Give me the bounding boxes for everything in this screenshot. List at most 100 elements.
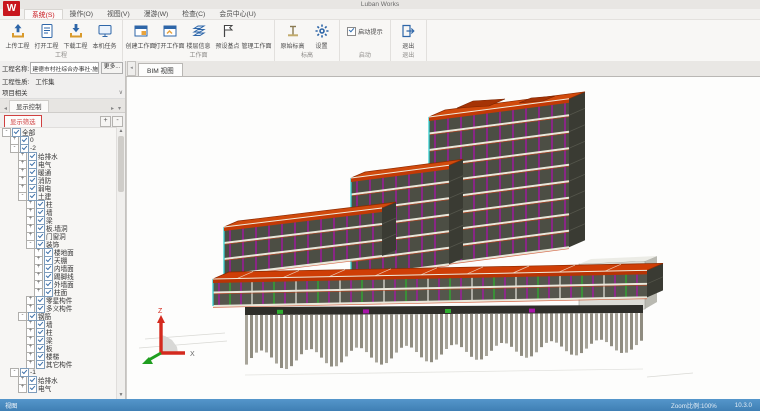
open-project-button[interactable]: 打开工程 (32, 21, 61, 50)
viewport-tabstrip: ◂ BIM 视图 (126, 61, 760, 77)
tree-row[interactable]: -土建 (0, 192, 117, 200)
button-label: 原始标高 (280, 41, 304, 50)
tree-node-label: -2 (30, 145, 36, 152)
project-name-label: 工程名称: (2, 64, 29, 73)
project-type-label: 工程性质: (2, 77, 29, 86)
ribbon-group-label: 启动 (343, 52, 387, 61)
status-zoom-text: Zoom比例:100% (671, 401, 717, 410)
ribbon-group-4: 启动提示启动 (340, 20, 391, 61)
button-label: 楼层信息 (186, 41, 210, 50)
tree-scrollbar[interactable]: ▲ ▼ (116, 127, 125, 399)
gear-button[interactable]: 设置 (307, 21, 336, 50)
create-workface-button[interactable]: 创建工作面 (126, 21, 155, 50)
create-workface-icon (133, 23, 149, 39)
expand-all-button[interactable]: + (100, 116, 111, 127)
download-icon (68, 23, 84, 39)
tab-scroll-right-icon[interactable]: ▸ (109, 105, 116, 112)
display-filter-button[interactable]: 显示筛选 (4, 115, 42, 128)
ribbon-group-label: 标高 (278, 52, 336, 61)
menu-tab-6[interactable]: 会员中心(U) (212, 9, 263, 19)
tab-display-control[interactable]: 显示控制 (9, 100, 49, 112)
tree-checkbox[interactable] (44, 288, 53, 297)
upload-button[interactable]: 上传工程 (3, 21, 32, 50)
open-project-icon (39, 23, 55, 39)
flag-icon (220, 23, 236, 39)
statusbar: 视图 Zoom比例:100% 10.3.0 (0, 399, 760, 411)
floors-button[interactable]: 楼层信息 (184, 21, 213, 50)
tab-bim-view[interactable]: BIM 视图 (138, 63, 183, 76)
tree-checkbox[interactable] (36, 304, 45, 313)
elevation-icon (285, 23, 301, 39)
checkbox-label: 启动提示 (358, 27, 383, 36)
elevation-button[interactable]: 原始标高 (278, 21, 307, 50)
floors-icon (191, 23, 207, 39)
exit-button[interactable]: 退出 (394, 21, 423, 50)
tree-row[interactable]: -钢筋 (0, 312, 117, 320)
tab-menu-icon[interactable]: ▾ (116, 105, 123, 112)
project-related-section[interactable]: 项目相关 ∨ (0, 87, 125, 99)
collapse-panel-button[interactable]: ◂ (127, 61, 136, 76)
project-panel: 工程名称: 建德市村社综合办事社-施工模型 ▼ 更多... 工程性质: 工作集 … (0, 61, 126, 399)
more-button[interactable]: 更多... (101, 62, 123, 74)
ribbon-group-label: 工程 (3, 52, 119, 61)
collapse-all-button[interactable]: - (112, 116, 123, 127)
tree-checkbox[interactable] (28, 384, 37, 393)
button-label: 上传工程 (5, 41, 29, 50)
tree-row[interactable]: +墙 (0, 320, 117, 328)
download-button[interactable]: 下载工程 (61, 21, 90, 50)
building-model: ZX (127, 77, 760, 399)
tree-row[interactable]: +柱 (0, 328, 117, 336)
scroll-down-icon[interactable]: ▼ (117, 391, 125, 399)
panel-tabstrip: ◂ 显示控制 ▸ ▾ (0, 99, 125, 113)
button-label: 管理工作面 (242, 41, 272, 50)
scroll-up-icon[interactable]: ▲ (117, 127, 125, 135)
computer-button[interactable]: 本机任务 (90, 21, 119, 50)
tree-node-label: 0 (30, 137, 34, 144)
tree-checkbox[interactable] (36, 360, 45, 369)
tree-row[interactable]: + 电气 (0, 384, 117, 392)
open-workface-button[interactable]: 打开工作面 (155, 21, 184, 50)
flag-button[interactable]: 预设基点 (213, 21, 242, 50)
tree-node-label: 其它构件 (46, 359, 72, 369)
manage-workface-button[interactable]: 管理工作面 (242, 21, 271, 50)
project-related-label: 项目相关 (2, 88, 28, 97)
tree-row[interactable]: +梁 (0, 336, 117, 344)
ribbon-group-label: 退出 (394, 52, 423, 61)
menu-tab-3[interactable]: 视图(V) (100, 9, 137, 19)
computer-icon (97, 23, 113, 39)
button-label: 创建工作面 (126, 41, 156, 50)
project-name-dropdown[interactable]: 建德市村社综合办事社-施工模型 ▼ (30, 62, 99, 74)
window-title: Luban Works (0, 1, 760, 8)
tree-row[interactable]: +墙 (0, 208, 117, 216)
menu-tab-5[interactable]: 检查(C) (175, 9, 212, 19)
exit-icon (400, 23, 416, 39)
menu-tab-1[interactable]: 系统(S) (24, 9, 63, 19)
expand-node-icon[interactable]: + (18, 384, 27, 393)
bim-3d-canvas[interactable]: ZX (126, 77, 760, 399)
ribbon-group-label: 工作面 (126, 52, 271, 61)
component-tree: -全部+0--2+给排水+电气+暖通+消防+弱电-土建+柱+墙+梁+板.墙洞+门… (0, 127, 117, 399)
menu-tab-2[interactable]: 操作(O) (63, 9, 100, 19)
button-label: 退出 (402, 41, 414, 50)
menu-tab-4[interactable]: 漫游(W) (137, 9, 176, 19)
ribbon-group-5: 退出退出 (391, 20, 427, 61)
button-label: 下载工程 (63, 41, 87, 50)
startup-tip-checkbox[interactable]: 启动提示 (347, 27, 383, 36)
upload-icon (10, 23, 26, 39)
gear-icon (314, 23, 330, 39)
project-name-value: 建德市村社综合办事社-施工模型 (32, 64, 99, 73)
button-label: 打开工作面 (155, 41, 185, 50)
tree-row[interactable]: +柱 (0, 200, 117, 208)
button-label: 打开工程 (34, 41, 58, 50)
tree-node-label: 电气 (38, 383, 51, 393)
scrollbar-thumb[interactable] (118, 136, 124, 192)
luban-logo: W (3, 1, 20, 16)
checkbox-icon[interactable] (347, 27, 356, 36)
chevron-down-icon[interactable]: ∨ (119, 89, 123, 96)
viewport: ◂ BIM 视图 ZX (126, 61, 760, 399)
tree-row[interactable]: -全部 (0, 128, 117, 136)
tab-scroll-left-icon[interactable]: ◂ (2, 105, 9, 112)
button-label: 设置 (315, 41, 327, 50)
button-label: 本机任务 (92, 41, 116, 50)
tree-node-label: -1 (30, 369, 36, 376)
